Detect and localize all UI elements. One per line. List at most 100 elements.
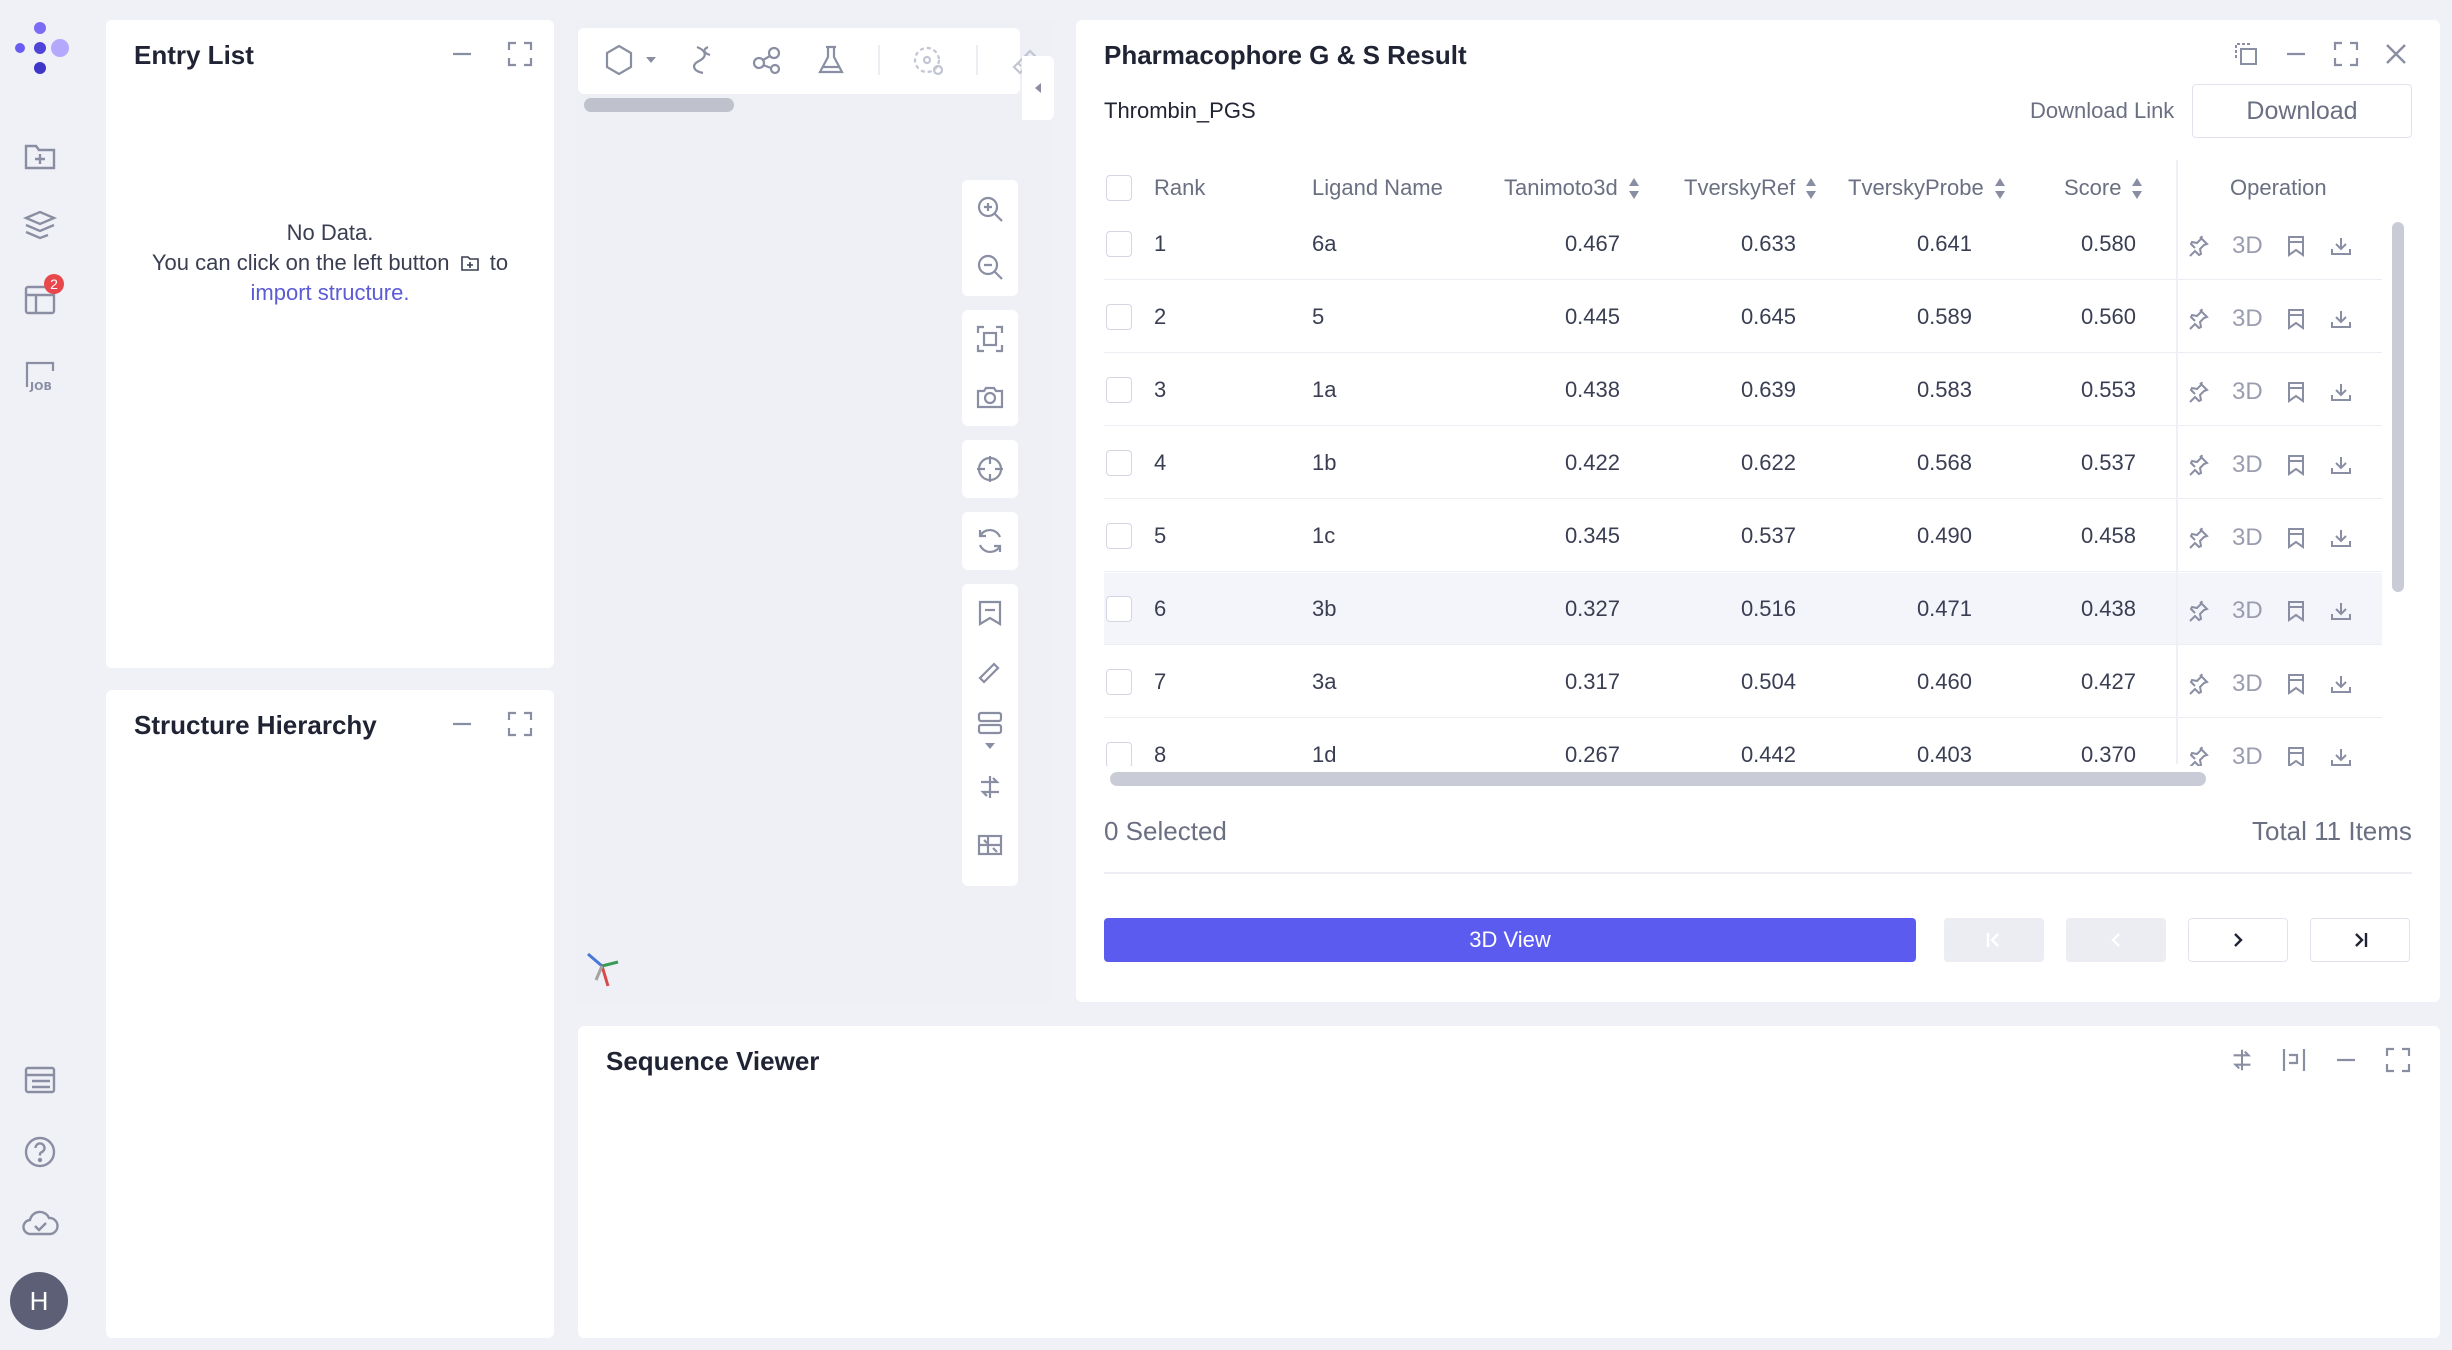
bookmark-icon[interactable] xyxy=(2285,307,2307,331)
download-icon[interactable] xyxy=(2329,526,2353,550)
minimize-button[interactable] xyxy=(448,710,476,738)
molecule-icon[interactable] xyxy=(750,43,784,77)
row-checkbox[interactable] xyxy=(1106,427,1132,499)
view-3d-button[interactable]: 3D xyxy=(2232,451,2263,479)
3d-view-button[interactable]: 3D View xyxy=(1104,918,1916,962)
swap-icon[interactable] xyxy=(962,758,1018,816)
download-icon[interactable] xyxy=(2329,745,2353,766)
app-logo[interactable] xyxy=(10,18,70,78)
fit-view-icon[interactable] xyxy=(962,310,1018,368)
row-checkbox[interactable] xyxy=(1106,500,1132,572)
download-link[interactable]: Download Link xyxy=(2030,98,2174,124)
bookmark-icon[interactable] xyxy=(2285,380,2307,404)
row-checkbox[interactable] xyxy=(1106,646,1132,718)
view-3d-button[interactable]: 3D xyxy=(2232,378,2263,406)
view-3d-button[interactable]: 3D xyxy=(2232,232,2263,260)
layers-icon[interactable] xyxy=(18,204,62,248)
col-tanimoto3d[interactable]: Tanimoto3d xyxy=(1504,168,1640,208)
pin-icon[interactable] xyxy=(2186,380,2210,404)
sort-icon[interactable] xyxy=(2131,177,2143,200)
table-row[interactable]: 8 1d 0.267 0.442 0.403 0.370 3D xyxy=(1104,719,2382,766)
row-checkbox[interactable] xyxy=(1106,719,1132,766)
download-icon[interactable] xyxy=(2329,672,2353,696)
maximize-button[interactable] xyxy=(506,710,534,738)
swap-icon[interactable] xyxy=(2228,1046,2256,1074)
hexagon-dropdown-icon[interactable] xyxy=(602,43,658,77)
bookmark-icon[interactable] xyxy=(2285,599,2307,623)
zoom-in-icon[interactable] xyxy=(962,180,1018,238)
bookmark-icon[interactable] xyxy=(2285,672,2307,696)
table-horizontal-scrollbar[interactable] xyxy=(1110,772,2206,786)
row-checkbox[interactable] xyxy=(1106,208,1132,280)
import-structure-link[interactable]: import structure. xyxy=(106,278,554,308)
minimize-button[interactable] xyxy=(2282,40,2310,68)
new-project-icon[interactable] xyxy=(18,134,62,178)
flask-icon[interactable] xyxy=(814,43,848,77)
prev-page-button[interactable] xyxy=(2066,918,2166,962)
pin-icon[interactable] xyxy=(2186,234,2210,258)
download-icon[interactable] xyxy=(2329,380,2353,404)
align-icon[interactable] xyxy=(2280,1046,2308,1074)
table-row[interactable]: 3 1a 0.438 0.639 0.583 0.553 3D xyxy=(1104,354,2382,426)
center-target-icon[interactable] xyxy=(962,440,1018,498)
job-icon[interactable]: JOB xyxy=(18,354,62,398)
minimize-button[interactable] xyxy=(448,40,476,68)
next-page-button[interactable] xyxy=(2188,918,2288,962)
download-icon[interactable] xyxy=(2329,453,2353,477)
pin-icon[interactable] xyxy=(2186,672,2210,696)
row-checkbox[interactable] xyxy=(1106,354,1132,426)
first-page-button[interactable] xyxy=(1944,918,2044,962)
table-row[interactable]: 2 5 0.445 0.645 0.589 0.560 3D xyxy=(1104,281,2382,353)
style-dropdown-icon[interactable] xyxy=(962,700,1018,758)
col-tverskyprobe[interactable]: TverskyProbe xyxy=(1848,168,2006,208)
view-3d-button[interactable]: 3D xyxy=(2232,524,2263,552)
surface-map-icon[interactable] xyxy=(962,816,1018,874)
maximize-button[interactable] xyxy=(2384,1046,2412,1074)
maximize-button[interactable] xyxy=(506,40,534,68)
bookmark-icon[interactable] xyxy=(2285,234,2307,258)
maximize-button[interactable] xyxy=(2332,40,2360,68)
bookmark-icon[interactable] xyxy=(2285,745,2307,766)
helix-icon[interactable] xyxy=(688,43,720,77)
download-icon[interactable] xyxy=(2329,234,2353,258)
toolbar-scrollbar[interactable] xyxy=(584,98,734,112)
bookmark-icon[interactable] xyxy=(2285,453,2307,477)
sort-icon[interactable] xyxy=(1805,177,1817,200)
target-spin-icon[interactable] xyxy=(910,42,946,78)
download-icon[interactable] xyxy=(2329,307,2353,331)
last-page-button[interactable] xyxy=(2310,918,2410,962)
list-icon[interactable] xyxy=(18,1058,62,1102)
help-icon[interactable] xyxy=(18,1130,62,1174)
pin-icon[interactable] xyxy=(2186,526,2210,550)
pin-icon[interactable] xyxy=(2186,599,2210,623)
label-add-icon[interactable] xyxy=(962,584,1018,642)
pin-icon[interactable] xyxy=(2186,307,2210,331)
view-3d-button[interactable]: 3D xyxy=(2232,305,2263,333)
bookmark-icon[interactable] xyxy=(2285,526,2307,550)
download-button[interactable]: Download xyxy=(2192,84,2412,138)
row-checkbox[interactable] xyxy=(1106,573,1132,645)
sort-icon[interactable] xyxy=(1994,177,2006,200)
cloud-icon[interactable] xyxy=(18,1202,62,1246)
table-row[interactable]: 5 1c 0.345 0.537 0.490 0.458 3D xyxy=(1104,500,2382,572)
view-3d-button[interactable]: 3D xyxy=(2232,670,2263,698)
download-icon[interactable] xyxy=(2329,599,2353,623)
row-checkbox[interactable] xyxy=(1106,281,1132,353)
view-3d-button[interactable]: 3D xyxy=(2232,597,2263,625)
close-button[interactable] xyxy=(2382,40,2410,68)
pop-out-button[interactable] xyxy=(2232,40,2260,68)
screenshot-icon[interactable] xyxy=(962,368,1018,426)
table-row[interactable]: 4 1b 0.422 0.622 0.568 0.537 3D xyxy=(1104,427,2382,499)
sort-icon[interactable] xyxy=(1628,177,1640,200)
table-row[interactable]: 6 3b 0.327 0.516 0.471 0.438 3D xyxy=(1104,573,2382,645)
table-row[interactable]: 7 3a 0.317 0.504 0.460 0.427 3D xyxy=(1104,646,2382,718)
measure-icon[interactable] xyxy=(962,642,1018,700)
select-all-checkbox[interactable] xyxy=(1106,168,1132,208)
table-row[interactable]: 1 6a 0.467 0.633 0.641 0.580 3D xyxy=(1104,208,2382,280)
table-vertical-scrollbar[interactable] xyxy=(2392,222,2404,592)
pin-icon[interactable] xyxy=(2186,745,2210,766)
zoom-out-icon[interactable] xyxy=(962,238,1018,296)
col-score[interactable]: Score xyxy=(2064,168,2143,208)
pin-icon[interactable] xyxy=(2186,453,2210,477)
reset-rotation-icon[interactable] xyxy=(962,512,1018,570)
